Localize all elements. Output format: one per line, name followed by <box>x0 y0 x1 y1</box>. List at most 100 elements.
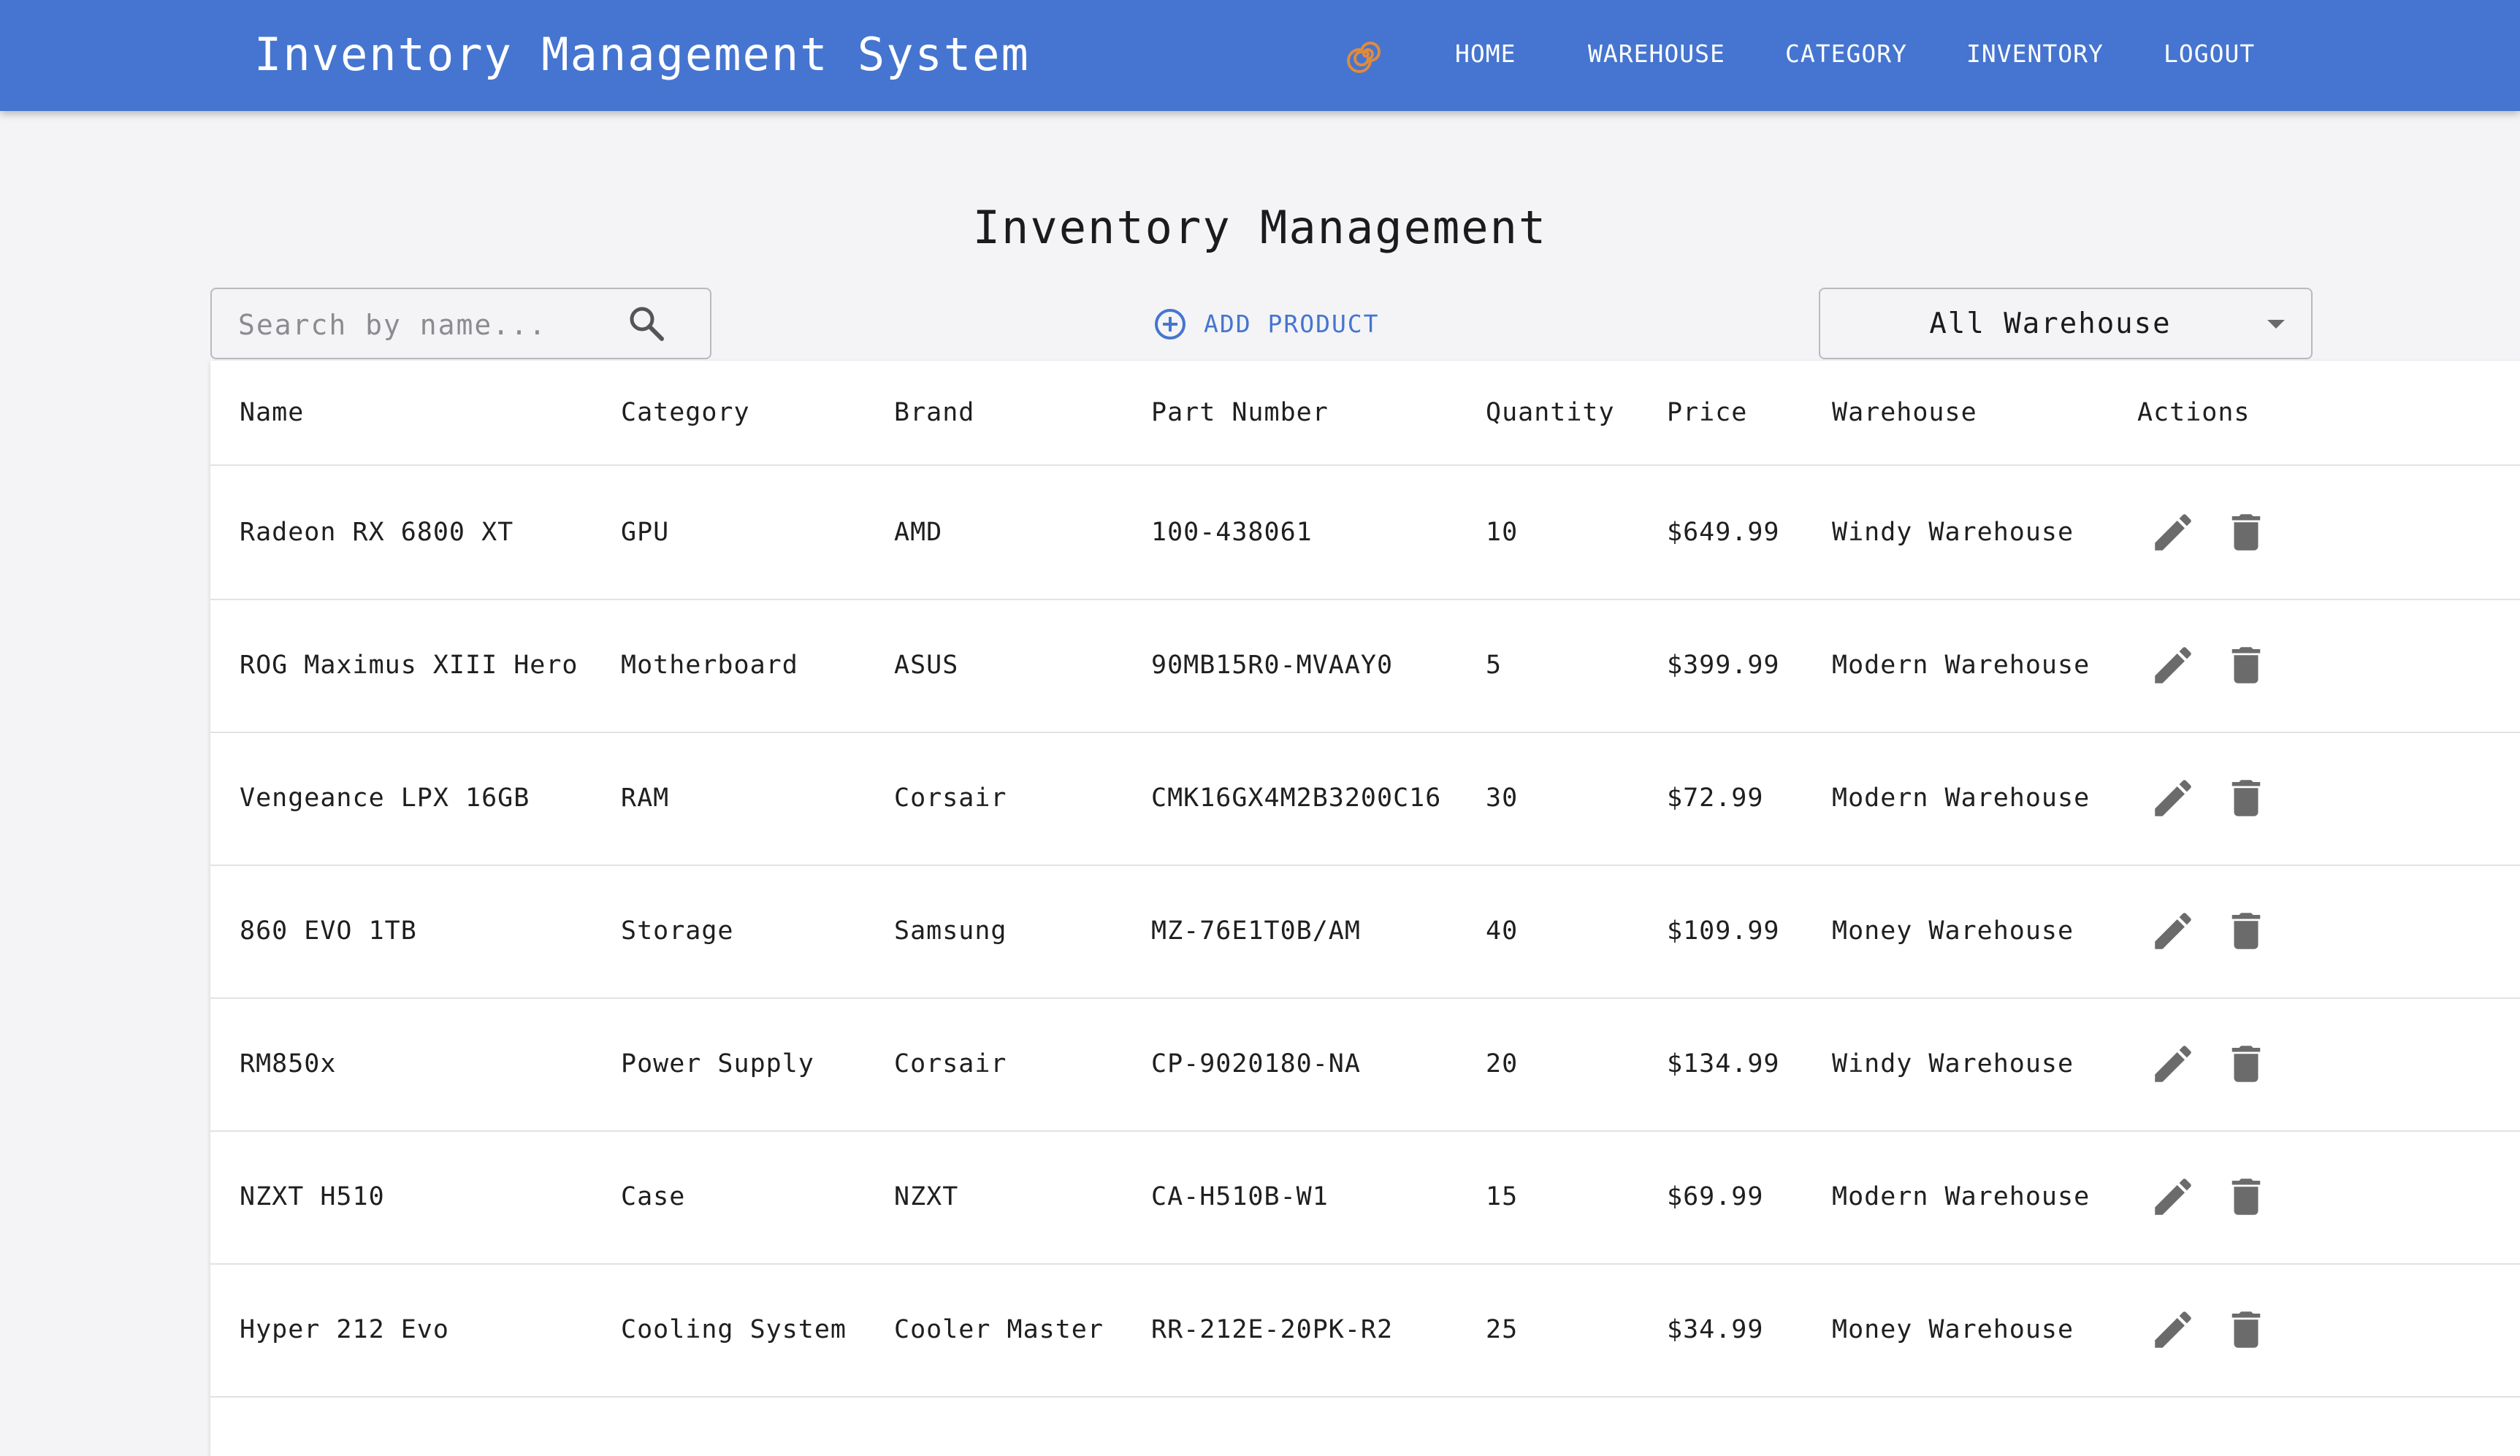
search-icon[interactable] <box>627 304 666 343</box>
cell-brand: ASUS <box>894 651 959 680</box>
table-row: Hyper 212 Evo Cooling System Cooler Mast… <box>210 1263 2520 1398</box>
table-row: Radeon RX 6800 XT GPU AMD 100-438061 10 … <box>210 466 2520 600</box>
cell-category: Cooling System <box>621 1315 847 1344</box>
cell-quantity: 5 <box>1486 651 1503 680</box>
cell-warehouse: Modern Warehouse <box>1832 783 2091 813</box>
delete-button[interactable] <box>2222 641 2270 689</box>
cell-name: RM850x <box>240 1049 337 1078</box>
trash-icon <box>2231 780 2261 816</box>
cell-brand: AMD <box>894 518 943 547</box>
trash-icon <box>2231 647 2261 683</box>
nav-warehouse[interactable]: WAREHOUSE <box>1588 38 1725 70</box>
cell-category: GPU <box>621 518 670 547</box>
add-product-label: ADD PRODUCT <box>1204 310 1380 338</box>
page-title: Inventory Management <box>972 201 1548 254</box>
search-input[interactable] <box>237 305 605 345</box>
cell-price: $72.99 <box>1667 783 1764 813</box>
cell-price: $34.99 <box>1667 1315 1764 1344</box>
cell-category: Case <box>621 1182 686 1211</box>
trash-icon <box>2231 514 2261 551</box>
column-header-brand[interactable]: Brand <box>894 396 974 429</box>
cell-quantity: 20 <box>1486 1049 1519 1078</box>
cell-quantity: 40 <box>1486 916 1519 946</box>
edit-button[interactable] <box>2149 1306 2197 1354</box>
trash-icon <box>2231 1311 2261 1348</box>
warehouse-filter-value: All Warehouse <box>1929 307 2172 340</box>
nav-inventory[interactable]: INVENTORY <box>1966 38 2104 70</box>
cell-category: Power Supply <box>621 1049 814 1078</box>
delete-button[interactable] <box>2222 907 2270 955</box>
table-row: Vengeance LPX 16GB RAM Corsair CMK16GX4M… <box>210 732 2520 866</box>
cell-part-number: CA-H510B-W1 <box>1151 1182 1329 1211</box>
delete-button[interactable] <box>2222 1306 2270 1354</box>
table-header-row: Name Category Brand Part Number Quantity… <box>210 361 2520 466</box>
edit-button[interactable] <box>2149 774 2197 822</box>
trash-icon <box>2231 913 2261 949</box>
table-row: ROG Maximus XIII Hero Motherboard ASUS 9… <box>210 599 2520 733</box>
table-row: 860 EVO 1TB Storage Samsung MZ-76E1T0B/A… <box>210 865 2520 999</box>
delete-button[interactable] <box>2222 1040 2270 1088</box>
cell-quantity: 25 <box>1486 1315 1519 1344</box>
cell-name: NZXT H510 <box>240 1182 385 1211</box>
cell-warehouse: Windy Warehouse <box>1832 518 2074 547</box>
edit-button[interactable] <box>2149 1040 2197 1088</box>
cell-name: ROG Maximus XIII Hero <box>240 651 579 680</box>
delete-button[interactable] <box>2222 774 2270 822</box>
delete-button[interactable] <box>2222 1173 2270 1221</box>
table-row: NZXT H510 Case NZXT CA-H510B-W1 15 $69.9… <box>210 1130 2520 1265</box>
nav-logout[interactable]: LOGOUT <box>2164 38 2255 70</box>
nav-home[interactable]: HOME <box>1455 38 1516 70</box>
cell-warehouse: Money Warehouse <box>1832 916 2074 946</box>
cell-part-number: MZ-76E1T0B/AM <box>1151 916 1361 946</box>
nav-category[interactable]: CATEGORY <box>1785 38 1907 70</box>
cell-price: $134.99 <box>1667 1049 1780 1078</box>
inventory-table: Name Category Brand Part Number Quantity… <box>210 361 2520 1456</box>
cell-part-number: 100-438061 <box>1151 518 1313 547</box>
edit-button[interactable] <box>2149 508 2197 556</box>
column-header-part-number[interactable]: Part Number <box>1151 396 1329 429</box>
trash-icon <box>2231 1179 2261 1215</box>
cell-brand: Cooler Master <box>894 1315 1104 1344</box>
cell-brand: Corsair <box>894 1049 1007 1078</box>
edit-pencil-icon <box>2155 1311 2191 1348</box>
cell-category: RAM <box>621 783 670 813</box>
edit-pencil-icon <box>2155 1046 2191 1082</box>
cell-name: Hyper 212 Evo <box>240 1315 449 1344</box>
delete-button[interactable] <box>2222 508 2270 556</box>
warehouse-filter-select[interactable]: All Warehouse <box>1819 288 2313 359</box>
edit-button[interactable] <box>2149 907 2197 955</box>
table-row: RM850x Power Supply Corsair CP-9020180-N… <box>210 997 2520 1132</box>
edit-button[interactable] <box>2149 641 2197 689</box>
cell-quantity: 15 <box>1486 1182 1519 1211</box>
cell-name: 860 EVO 1TB <box>240 916 417 946</box>
cell-brand: Corsair <box>894 783 1007 813</box>
column-header-actions: Actions <box>2137 398 2250 427</box>
cell-name: Vengeance LPX 16GB <box>240 783 530 813</box>
cell-quantity: 10 <box>1486 518 1519 547</box>
cell-category: Storage <box>621 916 734 946</box>
cell-price: $649.99 <box>1667 518 1780 547</box>
add-circle-icon <box>1155 309 1185 340</box>
edit-pencil-icon <box>2155 647 2191 683</box>
cell-warehouse: Money Warehouse <box>1832 1315 2074 1344</box>
spiral-logo-icon[interactable] <box>1347 35 1385 73</box>
app-bar: Inventory Management System HOME WAREHOU… <box>0 0 2520 111</box>
cell-part-number: CMK16GX4M2B3200C16 <box>1151 783 1442 813</box>
cell-warehouse: Modern Warehouse <box>1832 1182 2091 1211</box>
cell-quantity: 30 <box>1486 783 1519 813</box>
cell-category: Motherboard <box>621 651 798 680</box>
column-header-quantity[interactable]: Quantity <box>1486 396 1615 429</box>
cell-part-number: CP-9020180-NA <box>1151 1049 1361 1078</box>
edit-pencil-icon <box>2155 780 2191 816</box>
column-header-name[interactable]: Name <box>240 396 304 429</box>
cell-part-number: 90MB15R0-MVAAY0 <box>1151 651 1394 680</box>
cell-warehouse: Windy Warehouse <box>1832 1049 2074 1078</box>
cell-part-number: RR-212E-20PK-R2 <box>1151 1315 1394 1344</box>
edit-button[interactable] <box>2149 1173 2197 1221</box>
cell-brand: NZXT <box>894 1182 959 1211</box>
column-header-price[interactable]: Price <box>1667 396 1747 429</box>
column-header-category[interactable]: Category <box>621 396 750 429</box>
cell-price: $69.99 <box>1667 1182 1764 1211</box>
column-header-warehouse[interactable]: Warehouse <box>1832 396 1977 429</box>
cell-price: $109.99 <box>1667 916 1780 946</box>
